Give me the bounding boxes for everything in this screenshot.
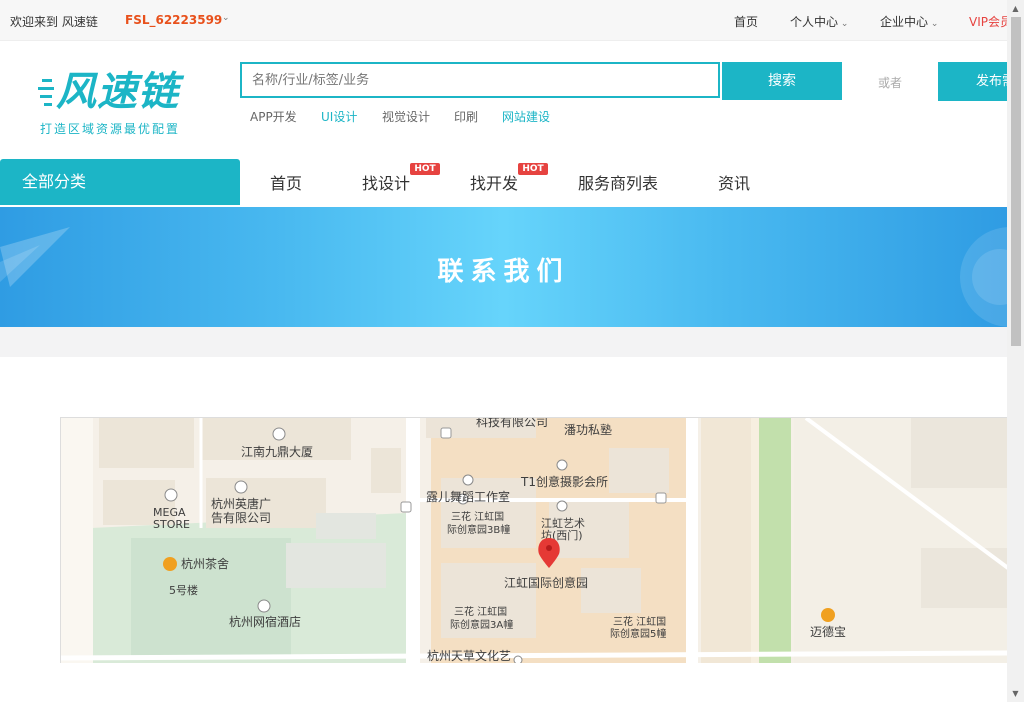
location-map[interactable]: 科技有限公司 潘功私塾 江南九鼎大厦 T1创意摄影会所 露儿舞蹈工作室 MEGA…	[60, 417, 1008, 663]
nav-item-find-design[interactable]: 找设计	[362, 170, 410, 194]
search-button[interactable]: 搜索	[722, 62, 842, 100]
logo-name: 风速链	[56, 69, 179, 115]
map-label: 杭州茶舍	[181, 556, 229, 571]
map-label: 江虹国际创意园	[504, 575, 588, 590]
header: 风速链 打造区域资源最优配置 搜索 或者 发布需求 APP开发 UI设计 视觉设…	[0, 41, 1024, 159]
map-label: 潘功私塾	[564, 422, 612, 437]
main-nav: 全部分类 首页 找设计 HOT 找开发 HOT 服务商列表 资讯	[0, 159, 1007, 209]
hot-word-website[interactable]: 网站建设	[502, 108, 550, 125]
map-label: 告有限公司	[211, 511, 271, 525]
hot-word-app-dev[interactable]: APP开发	[250, 108, 297, 125]
scroll-up-arrow-icon[interactable]: ▲	[1007, 0, 1024, 17]
top-link-enterprise-center[interactable]: 企业中心 ⌄	[880, 13, 938, 30]
map-label: 际创意园5幢	[610, 627, 666, 640]
scrollbar-thumb[interactable]	[1011, 17, 1021, 346]
map-label: 露儿舞蹈工作室	[426, 489, 510, 504]
nav-item-provider-list[interactable]: 服务商列表	[578, 170, 658, 194]
map-label: STORE	[153, 518, 190, 531]
map-label: 迈德宝	[810, 624, 846, 639]
hot-word-print[interactable]: 印刷	[454, 108, 478, 125]
nav-item-news[interactable]: 资讯	[718, 170, 750, 194]
username-link[interactable]: FSL_62223599	[125, 13, 222, 27]
logo[interactable]: 风速链 打造区域资源最优配置	[38, 63, 208, 141]
divider-band	[0, 327, 1007, 357]
search-input[interactable]	[242, 64, 718, 96]
hot-badge: HOT	[518, 163, 548, 175]
top-link-home[interactable]: 首页	[734, 13, 758, 30]
or-text: 或者	[878, 76, 903, 90]
nav-item-home[interactable]: 首页	[270, 170, 302, 194]
map-canvas: 科技有限公司 潘功私塾 江南九鼎大厦 T1创意摄影会所 露儿舞蹈工作室 MEGA…	[61, 418, 1008, 663]
map-label: 际创意园3A幢	[450, 618, 513, 631]
all-categories-button[interactable]: 全部分类	[0, 159, 240, 205]
map-label: 江南九鼎大厦	[241, 444, 313, 459]
hot-badge: HOT	[410, 163, 440, 175]
map-label: 三花 江虹国	[613, 615, 666, 628]
page-title: 联系我们	[437, 257, 570, 287]
welcome-text: 欢迎来到 风速链	[10, 15, 98, 29]
scroll-down-arrow-icon[interactable]: ▼	[1007, 685, 1024, 702]
map-label: 科技有限公司	[476, 418, 548, 429]
chevron-down-icon: ⌄	[928, 19, 939, 29]
nav-item-find-dev[interactable]: 找开发	[470, 170, 518, 194]
map-label: 5号楼	[169, 583, 198, 597]
map-label: 三花 江虹国	[451, 510, 504, 523]
map-label: 杭州英唐广	[211, 496, 271, 511]
chevron-down-icon[interactable]: ⌄	[222, 13, 230, 23]
hot-word-ui-design[interactable]: UI设计	[321, 108, 357, 125]
map-label: 际创意园3B幢	[447, 523, 510, 536]
map-label: 三花 江虹国	[454, 605, 507, 618]
map-label: 杭州网宿酒店	[229, 614, 301, 629]
map-label: 杭州天草文化艺	[427, 648, 511, 663]
search-box	[240, 62, 720, 98]
logo-slogan: 打造区域资源最优配置	[40, 122, 181, 136]
top-link-personal-center[interactable]: 个人中心 ⌄	[790, 13, 848, 30]
chevron-down-icon: ⌄	[838, 19, 849, 29]
top-bar: 欢迎来到 风速链 FSL_62223599 ⌄ 首页 个人中心 ⌄ 企业中心 ⌄…	[0, 0, 1012, 41]
top-link-vip[interactable]: VIP会员	[969, 13, 1012, 30]
map-label: T1创意摄影会所	[520, 474, 608, 489]
hot-word-visual-design[interactable]: 视觉设计	[382, 108, 430, 125]
banner: 联系我们	[0, 207, 1007, 327]
